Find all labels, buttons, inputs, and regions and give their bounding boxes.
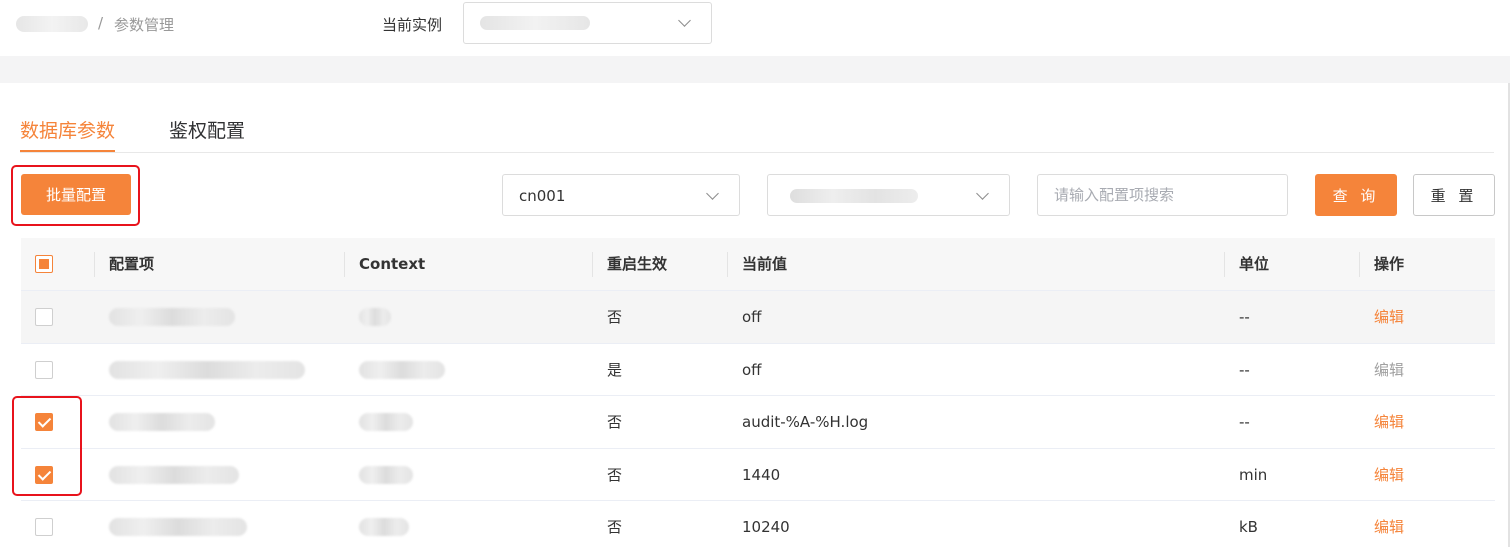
param-value: off <box>742 308 762 326</box>
param-restart: 是 <box>607 360 623 379</box>
params-table: 配置项 Context 重启生效 当前值 单位 操作 否 off -- 编辑 是… <box>21 238 1495 547</box>
column-header-context: Context <box>359 255 426 273</box>
ip-select[interactable] <box>767 174 1010 216</box>
chevron-down-icon <box>976 187 989 200</box>
chevron-down-icon <box>706 187 719 200</box>
param-unit: kB <box>1239 518 1258 536</box>
ip-select-value-redacted <box>790 189 918 203</box>
row-checkbox[interactable] <box>35 518 53 536</box>
row-checkbox-checked[interactable] <box>35 465 53 484</box>
node-select[interactable]: cn001 <box>502 174 740 216</box>
edit-link[interactable]: 编辑 <box>1374 291 1404 343</box>
tab-bar: 数据库参数 鉴权配置 <box>20 104 1494 153</box>
param-name-redacted <box>109 308 235 326</box>
reset-button[interactable]: 重 置 <box>1413 174 1495 216</box>
row-checkbox-checked[interactable] <box>35 413 53 431</box>
top-bar: / 参数管理 当前实例 <box>0 0 1510 56</box>
table-header: 配置项 Context 重启生效 当前值 单位 操作 <box>21 238 1495 291</box>
node-select-value: cn001 <box>519 187 566 205</box>
table-row[interactable]: 否 off -- 编辑 <box>21 291 1495 344</box>
param-name-redacted <box>109 360 305 379</box>
param-context-redacted <box>359 518 409 536</box>
column-divider <box>1359 252 1360 277</box>
column-divider <box>344 252 345 277</box>
instance-label: 当前实例 <box>382 16 443 34</box>
row-checkbox[interactable] <box>35 308 53 326</box>
param-value: audit-%A-%H.log <box>742 413 869 431</box>
instance-value-redacted <box>480 16 590 30</box>
table-row[interactable]: 否 audit-%A-%H.log -- 编辑 <box>21 396 1495 449</box>
param-unit: -- <box>1239 308 1250 326</box>
param-value: off <box>742 360 762 379</box>
param-restart: 否 <box>607 413 623 431</box>
column-divider <box>1224 252 1225 277</box>
select-all-checkbox[interactable] <box>35 255 53 273</box>
chevron-down-icon <box>678 14 691 27</box>
search-input[interactable] <box>1037 174 1288 216</box>
column-header-action: 操作 <box>1374 255 1405 273</box>
breadcrumb-parent-redacted[interactable] <box>16 16 88 32</box>
column-header-restart: 重启生效 <box>607 255 668 273</box>
section-divider-band <box>0 56 1510 83</box>
instance-select[interactable] <box>463 2 712 44</box>
column-header-value: 当前值 <box>742 255 788 273</box>
table-row[interactable]: 否 10240 kB 编辑 <box>21 501 1495 547</box>
table-row[interactable]: 否 1440 min 编辑 <box>21 449 1495 501</box>
row-checkbox[interactable] <box>35 360 53 379</box>
param-name-redacted <box>109 518 247 536</box>
param-restart: 否 <box>607 465 623 484</box>
breadcrumb-separator: / <box>98 14 104 32</box>
table-row[interactable]: 是 off -- 编辑 <box>21 344 1495 396</box>
param-context-redacted <box>359 308 391 326</box>
active-tab-indicator <box>20 150 115 152</box>
param-restart: 否 <box>607 308 623 326</box>
param-context-redacted <box>359 413 413 431</box>
param-unit: -- <box>1239 413 1250 431</box>
edit-link-disabled[interactable]: 编辑 <box>1374 344 1404 396</box>
column-divider <box>94 252 95 277</box>
param-name-redacted <box>109 413 215 431</box>
breadcrumb-current: 参数管理 <box>114 16 175 34</box>
param-value: 1440 <box>742 465 781 484</box>
edit-link[interactable]: 编辑 <box>1374 449 1404 501</box>
param-context-redacted <box>359 465 413 484</box>
param-unit: -- <box>1239 360 1250 379</box>
batch-config-button[interactable]: 批量配置 <box>21 174 131 215</box>
query-button[interactable]: 查 询 <box>1315 174 1397 216</box>
edit-link[interactable]: 编辑 <box>1374 501 1404 547</box>
param-unit: min <box>1239 465 1268 484</box>
column-header-unit: 单位 <box>1239 255 1270 273</box>
column-header-name: 配置项 <box>109 255 155 273</box>
param-name-redacted <box>109 465 239 484</box>
tab-database-params[interactable]: 数据库参数 <box>20 116 115 143</box>
edit-link[interactable]: 编辑 <box>1374 396 1404 448</box>
column-divider <box>727 252 728 277</box>
param-context-redacted <box>359 360 445 379</box>
column-divider <box>592 252 593 277</box>
param-value: 10240 <box>742 518 790 536</box>
tab-auth-config[interactable]: 鉴权配置 <box>169 116 245 143</box>
param-restart: 否 <box>607 518 623 536</box>
